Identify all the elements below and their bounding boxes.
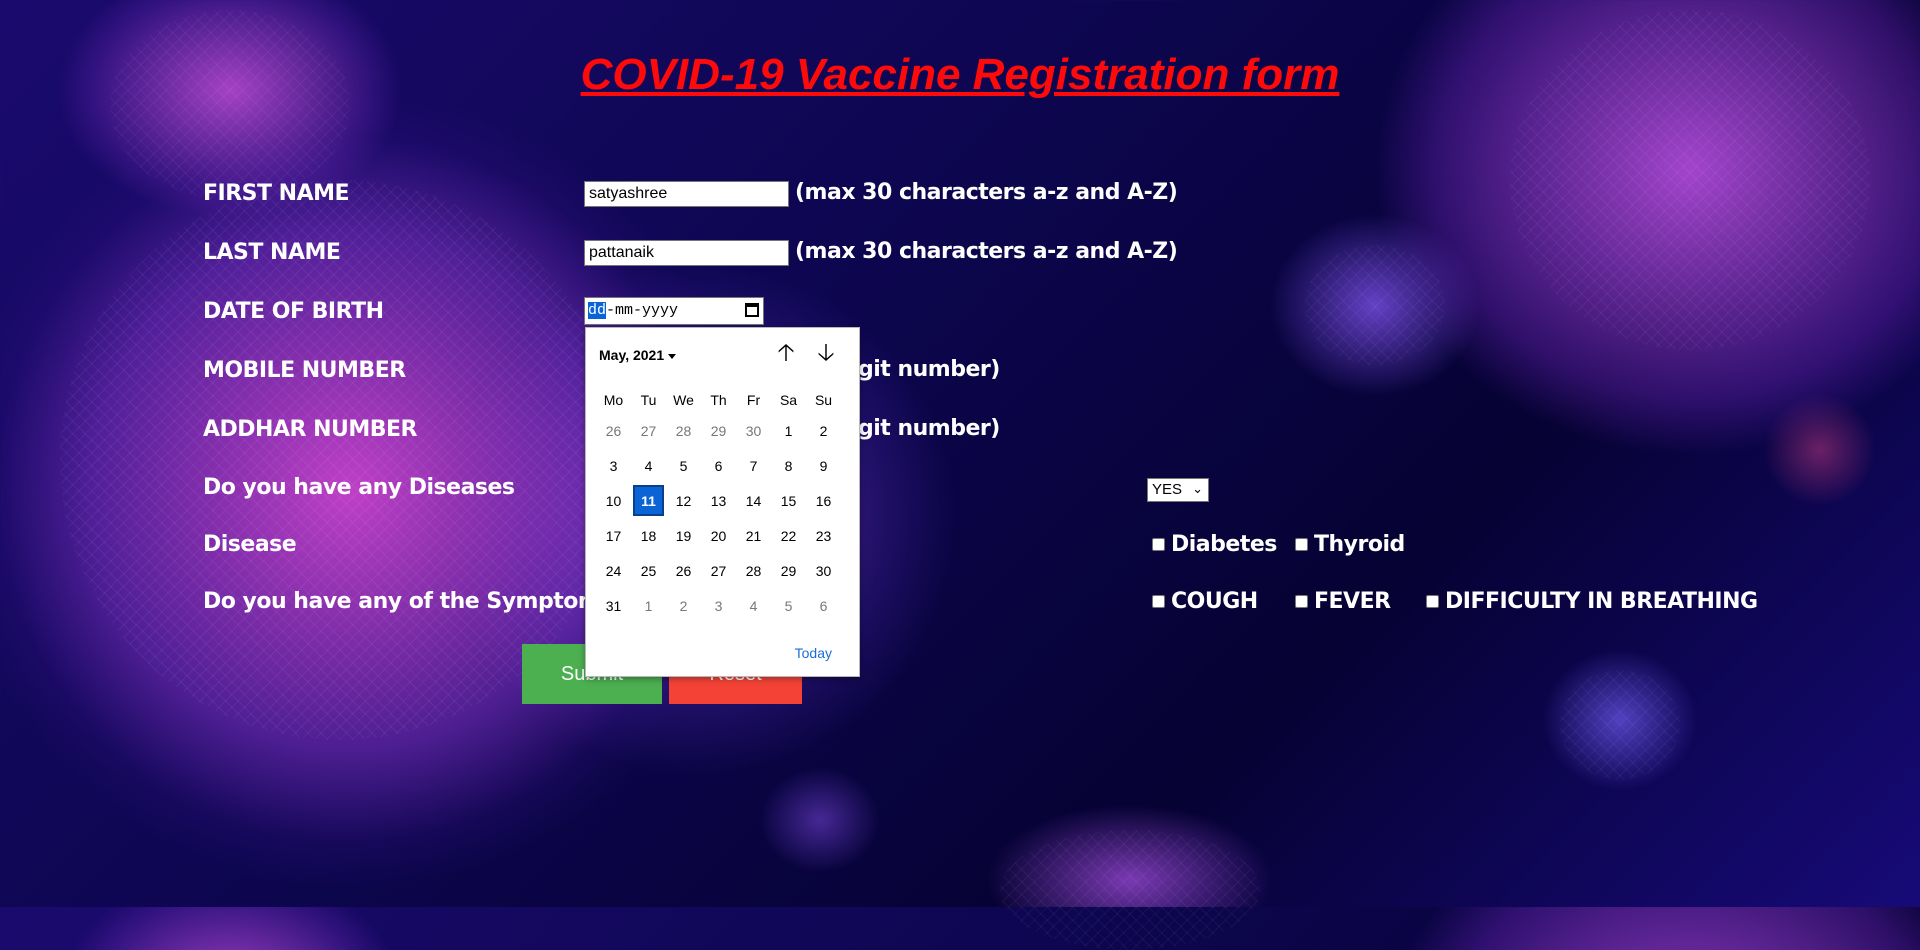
day-cell[interactable]: 17 (596, 518, 631, 553)
day-cell[interactable]: 3 (596, 448, 631, 483)
dob-day-segment[interactable]: dd (588, 302, 607, 319)
weekday-header: Mo Tu We Th Fr Sa Su (596, 392, 841, 408)
day-cell[interactable]: 30 (736, 413, 771, 448)
calendar-icon[interactable] (745, 303, 759, 317)
dob-rest-segment[interactable]: -mm-yyyy (606, 302, 678, 319)
day-cell[interactable]: 14 (736, 483, 771, 518)
diseases-question-label: Do you have any Diseases (203, 475, 515, 500)
day-grid: 26 27 28 29 30 1 2 3 4 5 6 7 8 9 10 11 12 13 14 15 16 17 18 19 2… (596, 413, 841, 623)
day-cell[interactable]: 8 (771, 448, 806, 483)
mobile-label: MOBILE NUMBER (203, 358, 406, 383)
day-cell[interactable]: 27 (631, 413, 666, 448)
day-cell[interactable]: 22 (771, 518, 806, 553)
day-cell[interactable]: 26 (666, 553, 701, 588)
day-cell[interactable]: 4 (736, 588, 771, 623)
virus-mesh-bottom-center (1000, 830, 1260, 950)
day-cell[interactable]: 10 (596, 483, 631, 518)
day-cell[interactable]: 15 (771, 483, 806, 518)
thyroid-checkbox[interactable] (1295, 538, 1308, 551)
month-year-label: May, 2021 (599, 347, 665, 363)
day-cell[interactable]: 2 (666, 588, 701, 623)
first-name-input[interactable] (584, 181, 789, 207)
day-cell[interactable]: 23 (806, 518, 841, 553)
day-cell[interactable]: 12 (666, 483, 701, 518)
virus-mesh-mid-right (1305, 245, 1445, 365)
weekday-label: Fr (746, 392, 761, 408)
day-cell[interactable]: 13 (701, 483, 736, 518)
first-name-label: FIRST NAME (203, 181, 350, 206)
month-year-selector[interactable]: May, 2021 (599, 347, 677, 363)
day-cell[interactable]: 29 (701, 413, 736, 448)
day-cell[interactable]: 5 (666, 448, 701, 483)
day-cell[interactable]: 6 (701, 448, 736, 483)
weekday-label: Mo (603, 392, 624, 408)
weekday-label: Th (710, 392, 727, 408)
day-cell[interactable]: 30 (806, 553, 841, 588)
symptoms-question-label: Do you have any of the Symptoms (203, 589, 613, 614)
weekday-label: We (673, 392, 694, 408)
day-cell[interactable]: 4 (631, 448, 666, 483)
addhar-label: ADDHAR NUMBER (203, 417, 418, 442)
diseases-select[interactable]: YES ⌄ (1147, 478, 1209, 502)
virus-mesh-bottom-right (1560, 670, 1680, 780)
symptom-option-fever[interactable]: FEVER (1295, 589, 1391, 614)
dob-input[interactable]: dd-mm-yyyy (584, 297, 764, 325)
first-name-hint: (max 30 characters a-z and A-Z) (795, 180, 1178, 205)
weekday-label: Sa (779, 392, 798, 408)
day-cell[interactable]: 7 (736, 448, 771, 483)
cough-checkbox[interactable] (1152, 595, 1165, 608)
breathing-checkbox[interactable] (1426, 595, 1439, 608)
day-cell[interactable]: 9 (806, 448, 841, 483)
day-cell[interactable]: 5 (771, 588, 806, 623)
day-cell[interactable]: 18 (631, 518, 666, 553)
diseases-select-value: YES (1152, 481, 1183, 498)
diabetes-label: Diabetes (1171, 532, 1277, 557)
day-cell[interactable]: 2 (806, 413, 841, 448)
arrow-up-icon[interactable]: 🡡 (774, 341, 798, 365)
symptom-option-cough[interactable]: COUGH (1152, 589, 1258, 614)
disease-option-thyroid[interactable]: Thyroid (1295, 532, 1405, 557)
day-cell[interactable]: 26 (596, 413, 631, 448)
chevron-down-icon: ⌄ (1192, 481, 1203, 496)
breathing-label: DIFFICULTY IN BREATHING (1445, 589, 1758, 614)
selected-day-cell[interactable]: 11 (633, 485, 664, 516)
disease-option-diabetes[interactable]: Diabetes (1152, 532, 1277, 557)
last-name-hint: (max 30 characters a-z and A-Z) (795, 239, 1178, 264)
day-cell[interactable]: 24 (596, 553, 631, 588)
day-cell[interactable]: 29 (771, 553, 806, 588)
disease-label: Disease (203, 532, 297, 557)
cough-label: COUGH (1171, 589, 1258, 614)
day-cell[interactable]: 3 (701, 588, 736, 623)
day-cell[interactable]: 1 (631, 588, 666, 623)
today-button[interactable]: Today (795, 645, 832, 661)
last-name-label: LAST NAME (203, 240, 341, 265)
day-cell[interactable]: 28 (666, 413, 701, 448)
weekday-label: Su (814, 392, 833, 408)
weekday-label: Tu (640, 392, 657, 408)
thyroid-label: Thyroid (1314, 532, 1405, 557)
day-cell[interactable]: 27 (701, 553, 736, 588)
day-cell[interactable]: 6 (806, 588, 841, 623)
fever-label: FEVER (1314, 589, 1391, 614)
page-title: COVID-19 Vaccine Registration form (580, 50, 1340, 99)
day-cell[interactable]: 1 (771, 413, 806, 448)
date-picker-popup: May, 2021 🡡 🡣 Mo Tu We Th Fr Sa Su 26 27 28 29 30 1… (585, 327, 860, 677)
day-cell[interactable]: 16 (806, 483, 841, 518)
day-cell[interactable]: 19 (666, 518, 701, 553)
day-cell[interactable]: 28 (736, 553, 771, 588)
addhar-hint: git number) (858, 416, 1000, 441)
dob-label: DATE OF BIRTH (203, 299, 384, 324)
mobile-hint: git number) (858, 357, 1000, 382)
day-cell[interactable]: 21 (736, 518, 771, 553)
day-cell[interactable]: 31 (596, 588, 631, 623)
day-cell[interactable]: 20 (701, 518, 736, 553)
diabetes-checkbox[interactable] (1152, 538, 1165, 551)
day-cell[interactable]: 25 (631, 553, 666, 588)
arrow-down-icon[interactable]: 🡣 (814, 341, 838, 365)
symptom-option-breathing[interactable]: DIFFICULTY IN BREATHING (1426, 589, 1758, 614)
fever-checkbox[interactable] (1295, 595, 1308, 608)
caret-down-icon (668, 353, 677, 359)
virus-mesh-top-left (110, 10, 350, 200)
last-name-input[interactable] (584, 240, 789, 266)
